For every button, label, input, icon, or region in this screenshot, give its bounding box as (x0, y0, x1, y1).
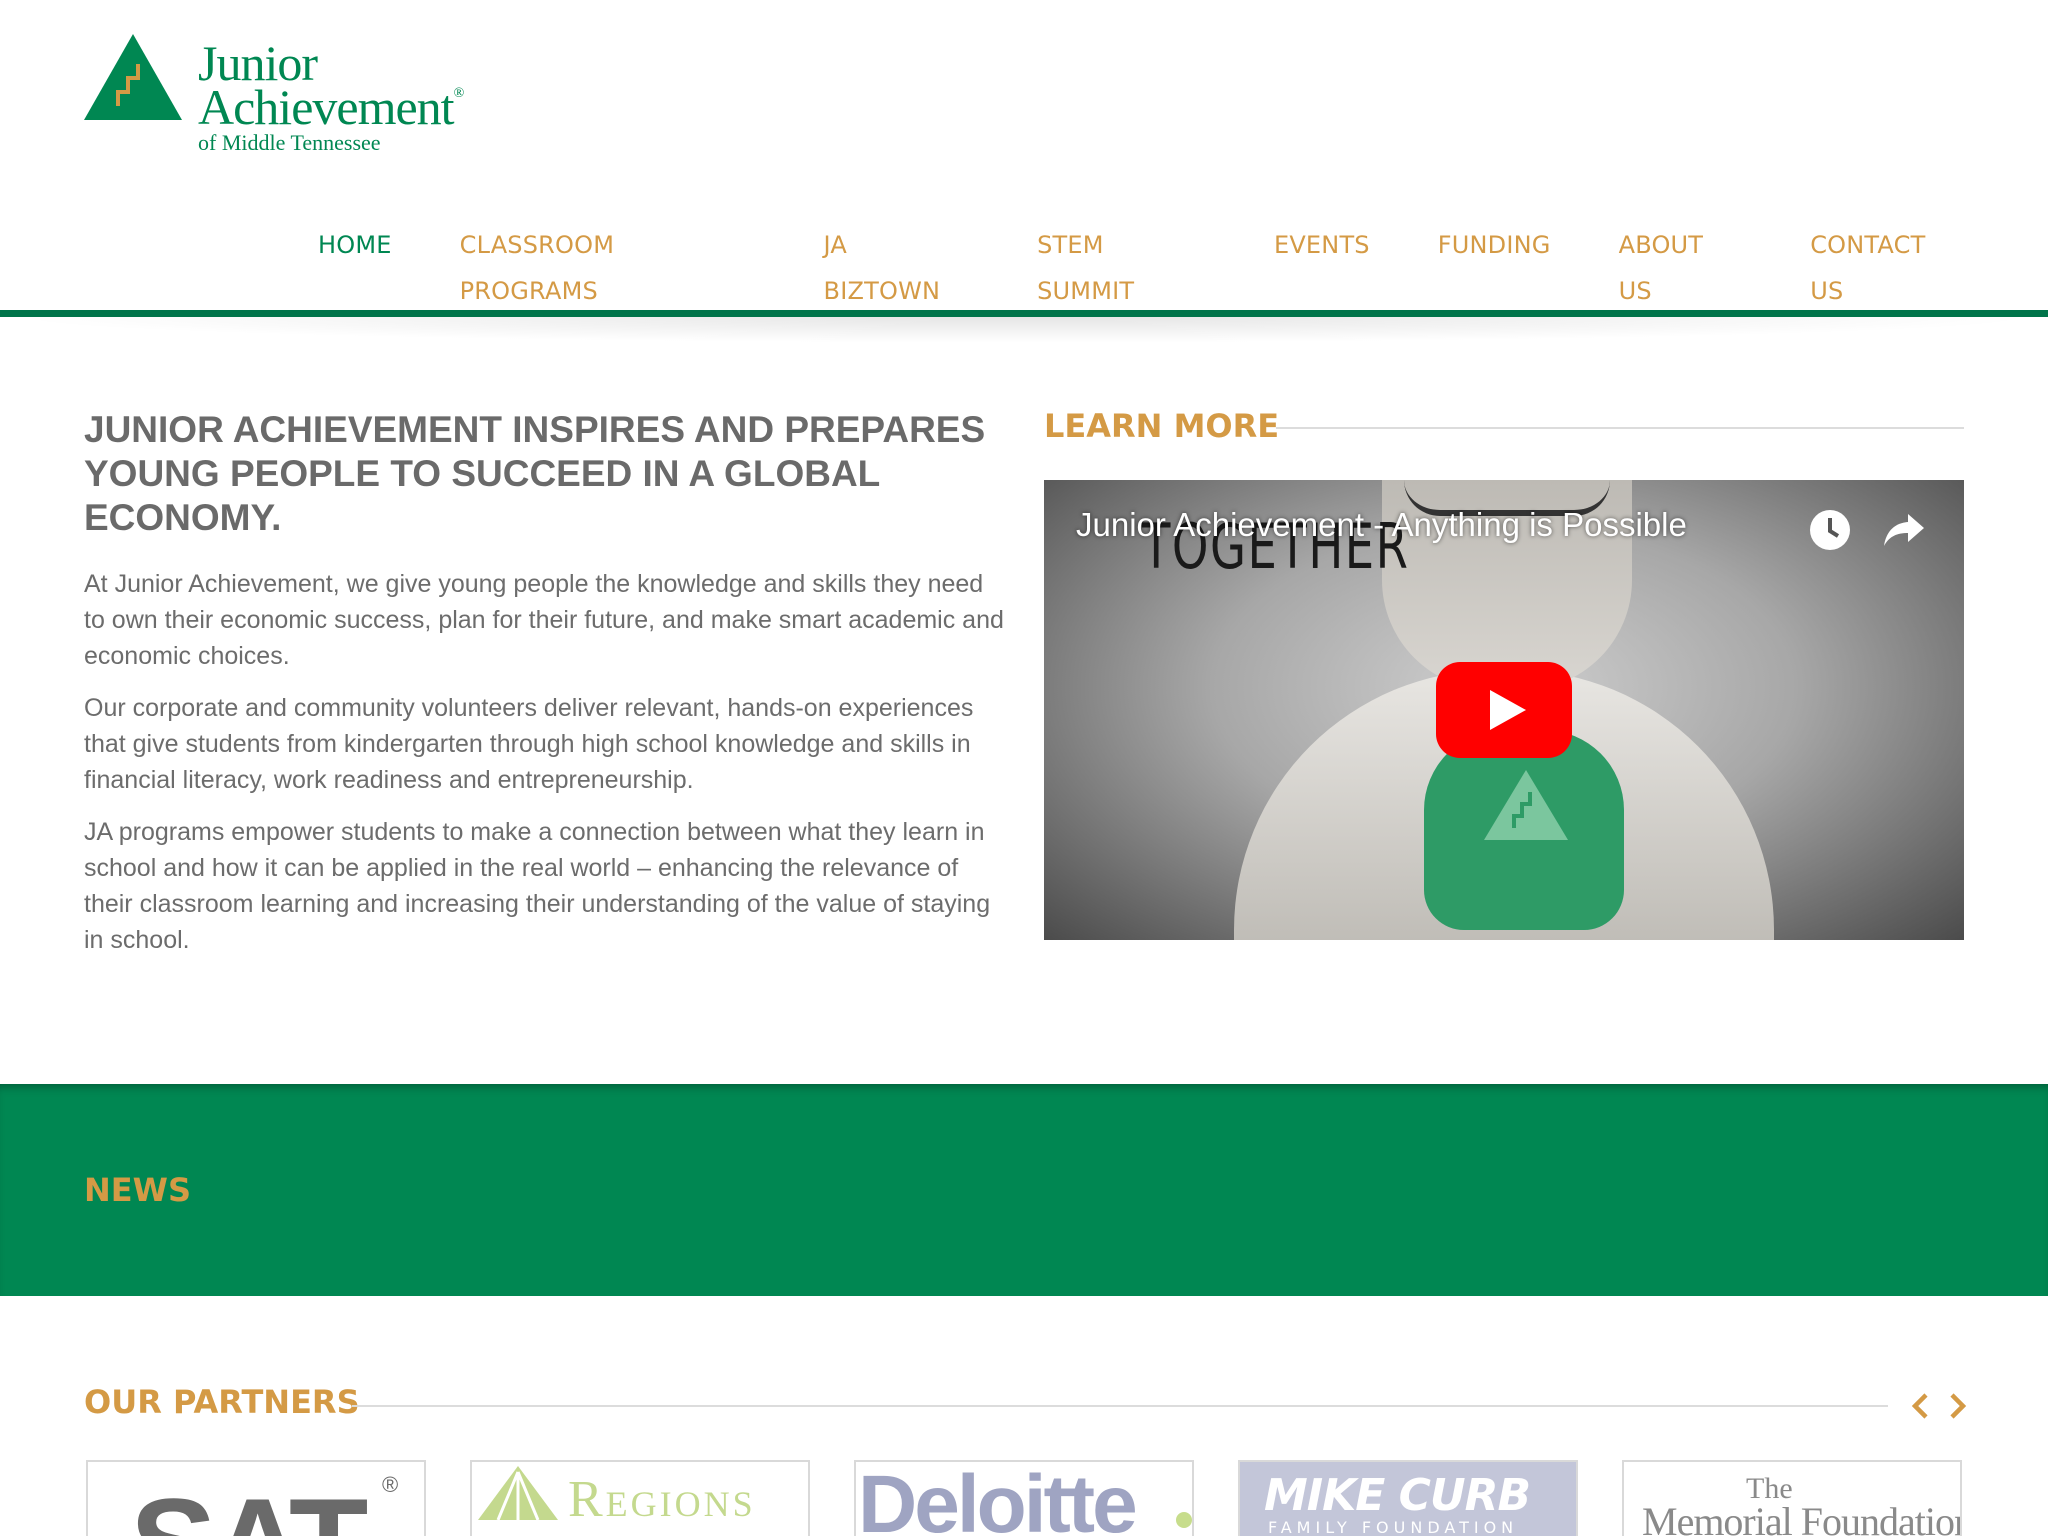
nav-item-ja-biztown[interactable]: JA BIZTOWN (824, 222, 970, 305)
main-nav: HOME CLASSROOM PROGRAMS JA BIZTOWN STEM … (250, 222, 1964, 305)
site-logo[interactable]: Junior Achievement® of Middle Tennessee (84, 34, 464, 158)
partner-logo-text: Memorial Foundation (1642, 1499, 1962, 1536)
play-icon (1490, 690, 1526, 730)
nav-item-stem-summit[interactable]: STEM SUMMIT (1037, 222, 1206, 305)
share-icon[interactable] (1882, 510, 1926, 550)
partner-logo-deloitte[interactable]: Deloitte (854, 1460, 1194, 1536)
learn-more-divider (1276, 427, 1964, 429)
clock-icon[interactable] (1808, 508, 1852, 552)
chevron-right-icon[interactable] (1942, 1390, 1972, 1422)
partner-logo-regions[interactable]: Regions (470, 1460, 810, 1536)
regions-pyramid-icon (478, 1466, 558, 1521)
nav-item-classroom-programs[interactable]: CLASSROOM PROGRAMS (460, 222, 756, 305)
partner-logo-text: SAT (130, 1479, 368, 1536)
chevron-left-icon[interactable] (1906, 1390, 1936, 1422)
nav-item-funding[interactable]: FUNDING (1438, 222, 1551, 268)
logo-pyramid-icon (84, 34, 182, 120)
play-button[interactable] (1436, 662, 1572, 758)
news-section (0, 1084, 2048, 1296)
partner-logo-memorial-foundation[interactable]: The Memorial Foundation (1622, 1460, 1962, 1536)
nav-item-about-us[interactable]: ABOUT US (1619, 222, 1743, 305)
nav-item-contact-us[interactable]: CONTACT US (1810, 222, 1964, 305)
learn-more-heading: LEARN MORE (1044, 407, 1280, 445)
partner-logo-text: Regions (568, 1471, 756, 1528)
intro-paragraph-1: At Junior Achievement, we give young peo… (84, 570, 1004, 670)
nav-item-home[interactable]: HOME (318, 222, 392, 268)
video-title[interactable]: Junior Achievement - Anything is Possibl… (1076, 506, 1687, 544)
partner-logo-mike-curb[interactable]: MIKE CURB FAMILY FOUNDATION (1238, 1460, 1578, 1536)
partner-logo-subtext: FAMILY FOUNDATION (1268, 1518, 1519, 1536)
intro-paragraph-2: Our corporate and community volunteers d… (84, 694, 974, 794)
header-shadow (0, 317, 2048, 343)
header-divider (0, 310, 2048, 317)
partner-logo-sat[interactable]: SAT ® (86, 1460, 426, 1536)
partner-logo-registered: ® (382, 1472, 399, 1497)
intro-heading: JUNIOR ACHIEVEMENT INSPIRES AND PREPARES… (84, 409, 986, 538)
partner-logo-text: Deloitte (858, 1460, 1138, 1536)
video-player[interactable]: TOGETHER Junior Achievement - Anything i… (1044, 480, 1964, 940)
deloitte-dot (1176, 1512, 1192, 1528)
partner-logo-text: MIKE CURB (1264, 1470, 1531, 1521)
nav-item-events[interactable]: EVENTS (1274, 222, 1370, 268)
partners-heading: OUR PARTNERS (84, 1383, 360, 1421)
chest-pyramid-icon (1484, 770, 1568, 840)
partners-divider (352, 1405, 1888, 1407)
news-heading: NEWS (84, 1171, 191, 1209)
intro-paragraph-3: JA programs empower students to make a c… (84, 818, 991, 954)
logo-text-achievement: Achievement® (198, 79, 464, 135)
logo-text-region: of Middle Tennessee (198, 130, 381, 155)
